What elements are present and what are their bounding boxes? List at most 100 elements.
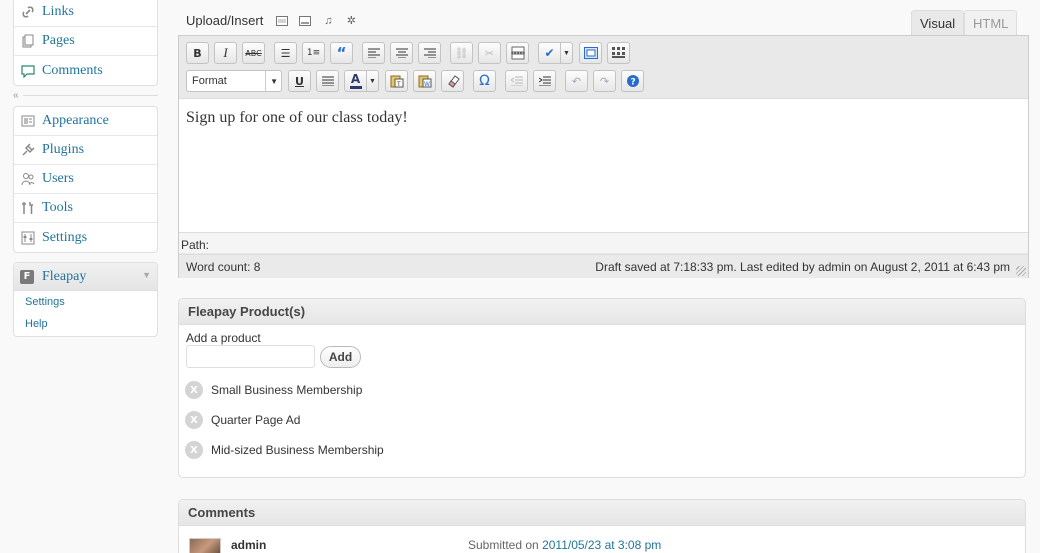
users-icon [20, 171, 36, 187]
indent-button[interactable] [533, 70, 556, 92]
path-bar: Path: [179, 232, 1028, 253]
sidebar-item-label: Plugins [42, 142, 85, 157]
remove-icon[interactable]: X [185, 441, 203, 459]
underline-button[interactable]: U [288, 70, 311, 92]
align-right-button[interactable] [418, 42, 441, 64]
svg-text:W: W [424, 81, 430, 88]
editor-content-area[interactable]: Sign up for one of our class today! [179, 98, 1028, 232]
add-audio-icon[interactable]: ♫ [321, 14, 335, 28]
spellcheck-split: ✔ ▼ [538, 42, 573, 64]
sidebar-item-appearance[interactable]: Appearance [14, 107, 157, 136]
sidebar-item-label: Pages [42, 33, 75, 48]
submenu-item-help[interactable]: Help [14, 313, 157, 335]
kitchen-sink-button[interactable] [607, 42, 630, 64]
product-item: X Quarter Page Ad [185, 411, 300, 429]
remove-icon[interactable]: X [185, 381, 203, 399]
undo-button[interactable]: ↶ [565, 70, 588, 92]
blockquote-button[interactable]: “ [330, 42, 353, 64]
toolbar-row-2: Format ▼ U A ▼ T W Ω ↶ ↷ ? [186, 69, 649, 93]
svg-text:T: T [396, 81, 401, 88]
remove-icon[interactable]: X [185, 411, 203, 429]
sidebar-item-label: Appearance [42, 113, 109, 128]
upload-insert-bar: Upload/Insert ♫ ✲ [186, 13, 367, 28]
add-product-button[interactable]: Add [320, 346, 361, 368]
comment-author: admin [231, 538, 267, 552]
comments-icon [20, 63, 36, 79]
tab-visual[interactable]: Visual [911, 10, 965, 36]
comment-row: admin Submitted on 2011/05/23 at 3:08 pm [189, 538, 1019, 553]
add-product-input[interactable] [186, 345, 315, 368]
sidebar-item-tools[interactable]: Tools [14, 194, 157, 223]
toolbar-row-1: B I ABC ☰ 1≡ “ ⛓ ✂ ✔ ▼ [186, 41, 635, 65]
word-count: Word count: 8 [186, 259, 261, 274]
paste-word-button[interactable]: W [413, 70, 436, 92]
redo-button[interactable]: ↷ [593, 70, 616, 92]
fullscreen-button[interactable] [579, 42, 602, 64]
collapse-menu-toggle[interactable]: « [13, 88, 158, 102]
sidebar-item-label: Comments [42, 62, 103, 78]
help-button[interactable]: ? [621, 70, 644, 92]
chevron-down-icon[interactable]: ▼ [367, 70, 379, 92]
text-color-button[interactable]: A [344, 70, 367, 92]
sidebar-item-settings[interactable]: Settings [14, 223, 157, 252]
settings-icon [20, 230, 36, 246]
paste-text-button[interactable]: T [385, 70, 408, 92]
sidebar-top-group: Links Pages Comments [13, 0, 158, 86]
avatar [189, 538, 221, 553]
special-character-button[interactable]: Ω [473, 70, 496, 92]
align-center-button[interactable] [390, 42, 413, 64]
insert-more-button[interactable] [506, 42, 529, 64]
separator [22, 94, 158, 96]
bullet-list-button[interactable]: ☰ [274, 42, 297, 64]
tools-icon [20, 200, 36, 216]
add-video-icon[interactable] [298, 14, 312, 28]
align-left-button[interactable] [362, 42, 385, 64]
editor-content-text: Sign up for one of our class today! [186, 109, 408, 126]
path-label: Path: [181, 238, 210, 252]
submenu-item-settings[interactable]: Settings [14, 291, 157, 313]
chevron-down-icon[interactable]: ▼ [142, 270, 151, 280]
strikethrough-button[interactable]: ABC [242, 42, 265, 64]
sidebar-item-pages[interactable]: Pages [14, 27, 157, 56]
appearance-icon [20, 113, 36, 129]
fleapay-icon: F [20, 269, 34, 284]
product-name: Small Business Membership [211, 383, 363, 397]
spellcheck-button[interactable]: ✔ [538, 42, 561, 64]
plugins-icon [20, 142, 36, 158]
clear-formatting-button[interactable] [441, 70, 464, 92]
resize-handle[interactable] [1016, 266, 1026, 276]
justify-button[interactable] [316, 70, 339, 92]
add-image-icon[interactable] [275, 14, 289, 28]
numbered-list-button[interactable]: 1≡ [302, 42, 325, 64]
fleapay-products-box: Fleapay Product(s) Add a product Add X S… [178, 298, 1026, 478]
sidebar-item-label: Fleapay [42, 268, 87, 284]
product-name: Mid-sized Business Membership [211, 443, 384, 457]
insert-link-button[interactable]: ⛓ [450, 42, 473, 64]
format-select[interactable]: Format ▼ [186, 70, 282, 92]
chevron-down-icon[interactable]: ▼ [561, 42, 573, 64]
text-color-split: A ▼ [344, 70, 379, 92]
box-title[interactable]: Comments [179, 500, 1025, 526]
sidebar-item-label: Settings [42, 229, 88, 245]
add-media-icon[interactable]: ✲ [344, 14, 358, 28]
tab-html[interactable]: HTML [964, 10, 1018, 36]
product-item: X Small Business Membership [185, 381, 362, 399]
sidebar-item-users[interactable]: Users [14, 165, 157, 194]
bold-button[interactable]: B [186, 42, 209, 64]
box-title[interactable]: Fleapay Product(s) [179, 299, 1025, 325]
format-select-value: Format [192, 75, 227, 87]
collapse-arrow-icon: « [13, 89, 19, 101]
sidebar-item-links[interactable]: Links [14, 0, 157, 27]
outdent-button[interactable] [505, 70, 528, 92]
sidebar-item-plugins[interactable]: Plugins [14, 136, 157, 165]
product-item: X Mid-sized Business Membership [185, 441, 384, 459]
draft-status: Draft saved at 7:18:33 pm. Last edited b… [595, 259, 1010, 274]
comment-date-link[interactable]: 2011/05/23 at 3:08 pm [542, 538, 661, 552]
sidebar-item-fleapay[interactable]: F Fleapay ▼ [14, 263, 157, 291]
chevron-down-icon: ▼ [265, 71, 278, 91]
unlink-button[interactable]: ✂ [478, 42, 501, 64]
sidebar-item-comments[interactable]: Comments [14, 56, 157, 85]
italic-button[interactable]: I [214, 42, 237, 64]
sidebar-mid-group: Appearance Plugins Users Tools Settings [13, 106, 158, 253]
upload-insert-label: Upload/Insert [186, 13, 264, 28]
